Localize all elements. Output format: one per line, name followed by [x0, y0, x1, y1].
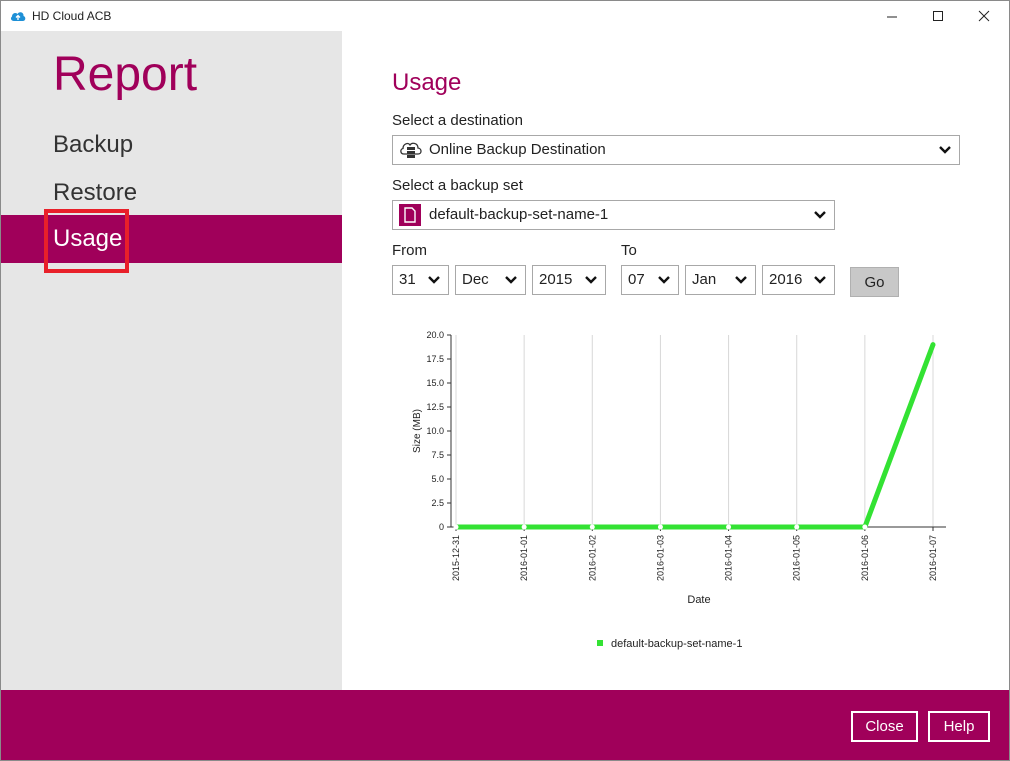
backup-set-value: default-backup-set-name-1 — [429, 206, 609, 223]
to-year-value: 2016 — [769, 271, 803, 288]
to-month-select[interactable]: Jan — [685, 265, 756, 295]
maximize-icon — [933, 11, 943, 21]
to-year-select[interactable]: 2016 — [762, 265, 835, 295]
x-tick-label: 2015-12-31 — [451, 535, 461, 581]
series-line — [456, 343, 936, 530]
from-day-select[interactable]: 31 — [392, 265, 449, 295]
highlight-annotation — [44, 209, 129, 273]
y-axis-label: Size (MB) — [412, 409, 423, 453]
go-button[interactable]: Go — [850, 267, 899, 297]
help-button[interactable]: Help — [928, 711, 990, 742]
chevron-down-icon — [814, 276, 826, 284]
x-tick-label: 2016-01-06 — [860, 535, 870, 581]
x-tick-label: 2016-01-04 — [724, 535, 734, 581]
close-icon — [978, 10, 990, 22]
minimize-button[interactable] — [869, 1, 915, 31]
data-point — [726, 524, 732, 530]
x-tick-label: 2016-01-01 — [519, 535, 529, 581]
from-year-select[interactable]: 2015 — [532, 265, 606, 295]
x-tick-label: 2016-01-03 — [655, 535, 665, 581]
chart-series — [453, 342, 936, 530]
y-tick-label: 17.5 — [426, 354, 444, 364]
file-icon — [399, 204, 421, 226]
page-title: Usage — [392, 69, 462, 96]
app-window: HD Cloud ACB Report Backup Restore Usage… — [0, 0, 1010, 761]
usage-line-chart: 0 2.5 5.0 7.5 10.0 12.5 15.0 17.5 20.0 2015-12-3… — [412, 330, 946, 650]
data-point — [589, 524, 595, 530]
to-month-value: Jan — [692, 271, 717, 288]
y-tick-label: 20.0 — [426, 330, 444, 340]
minimize-icon — [887, 16, 897, 18]
chevron-down-icon — [814, 211, 826, 219]
backup-set-select[interactable]: default-backup-set-name-1 — [392, 200, 835, 230]
chevron-down-icon — [585, 276, 597, 284]
y-tick-label: 2.5 — [431, 498, 444, 508]
destination-select[interactable]: Online Backup Destination — [392, 135, 960, 165]
destination-value: Online Backup Destination — [429, 141, 606, 158]
to-day-select[interactable]: 07 — [621, 265, 679, 295]
chevron-down-icon — [735, 276, 747, 284]
x-axis-label: Date — [687, 594, 710, 606]
x-tick-label: 2016-01-02 — [587, 535, 597, 581]
chevron-down-icon — [939, 146, 951, 154]
close-button[interactable]: Close — [851, 711, 918, 742]
from-year-value: 2015 — [539, 271, 573, 288]
footer-bar: Close Help — [1, 690, 1009, 760]
sidebar-title: Report — [53, 48, 198, 101]
y-tick-label: 15.0 — [426, 378, 444, 388]
maximize-button[interactable] — [915, 1, 961, 31]
data-point — [930, 342, 936, 348]
y-tick-label: 0 — [439, 522, 444, 532]
to-day-value: 07 — [628, 271, 645, 288]
cloud-icon — [10, 12, 26, 21]
data-point — [794, 524, 800, 530]
chevron-down-icon — [505, 276, 517, 284]
legend-label: default-backup-set-name-1 — [611, 638, 742, 650]
window-title: HD Cloud ACB — [32, 9, 112, 23]
from-month-value: Dec — [462, 271, 489, 288]
y-tick-label: 12.5 — [426, 402, 444, 412]
y-tick-labels: 0 2.5 5.0 7.5 10.0 12.5 15.0 17.5 20.0 — [426, 330, 451, 532]
x-tick-labels: 2015-12-31 2016-01-01 2016-01-02 2016-01-03… — [451, 535, 938, 581]
sidebar: Report Backup Restore Usage — [1, 31, 342, 690]
chevron-down-icon — [658, 276, 670, 284]
x-tick-label: 2016-01-05 — [792, 535, 802, 581]
cloud-server-icon — [400, 142, 422, 158]
data-point — [453, 524, 459, 530]
close-window-button[interactable] — [961, 1, 1007, 31]
chevron-down-icon — [428, 276, 440, 284]
sidebar-item-backup[interactable]: Backup — [1, 121, 342, 169]
destination-label: Select a destination — [392, 112, 523, 129]
chart-axes — [450, 335, 946, 528]
from-month-select[interactable]: Dec — [455, 265, 526, 295]
y-tick-label: 5.0 — [431, 474, 444, 484]
y-tick-label: 10.0 — [426, 426, 444, 436]
from-day-value: 31 — [399, 271, 416, 288]
y-tick-label: 7.5 — [431, 450, 444, 460]
backup-set-label: Select a backup set — [392, 177, 523, 194]
legend-swatch — [597, 640, 603, 646]
from-label: From — [392, 242, 427, 259]
title-bar: HD Cloud ACB — [1, 1, 1009, 31]
data-point — [862, 524, 868, 530]
data-point — [521, 524, 527, 530]
chart-grid — [455, 335, 934, 531]
to-label: To — [621, 242, 637, 259]
x-tick-label: 2016-01-07 — [928, 535, 938, 581]
data-point — [657, 524, 663, 530]
